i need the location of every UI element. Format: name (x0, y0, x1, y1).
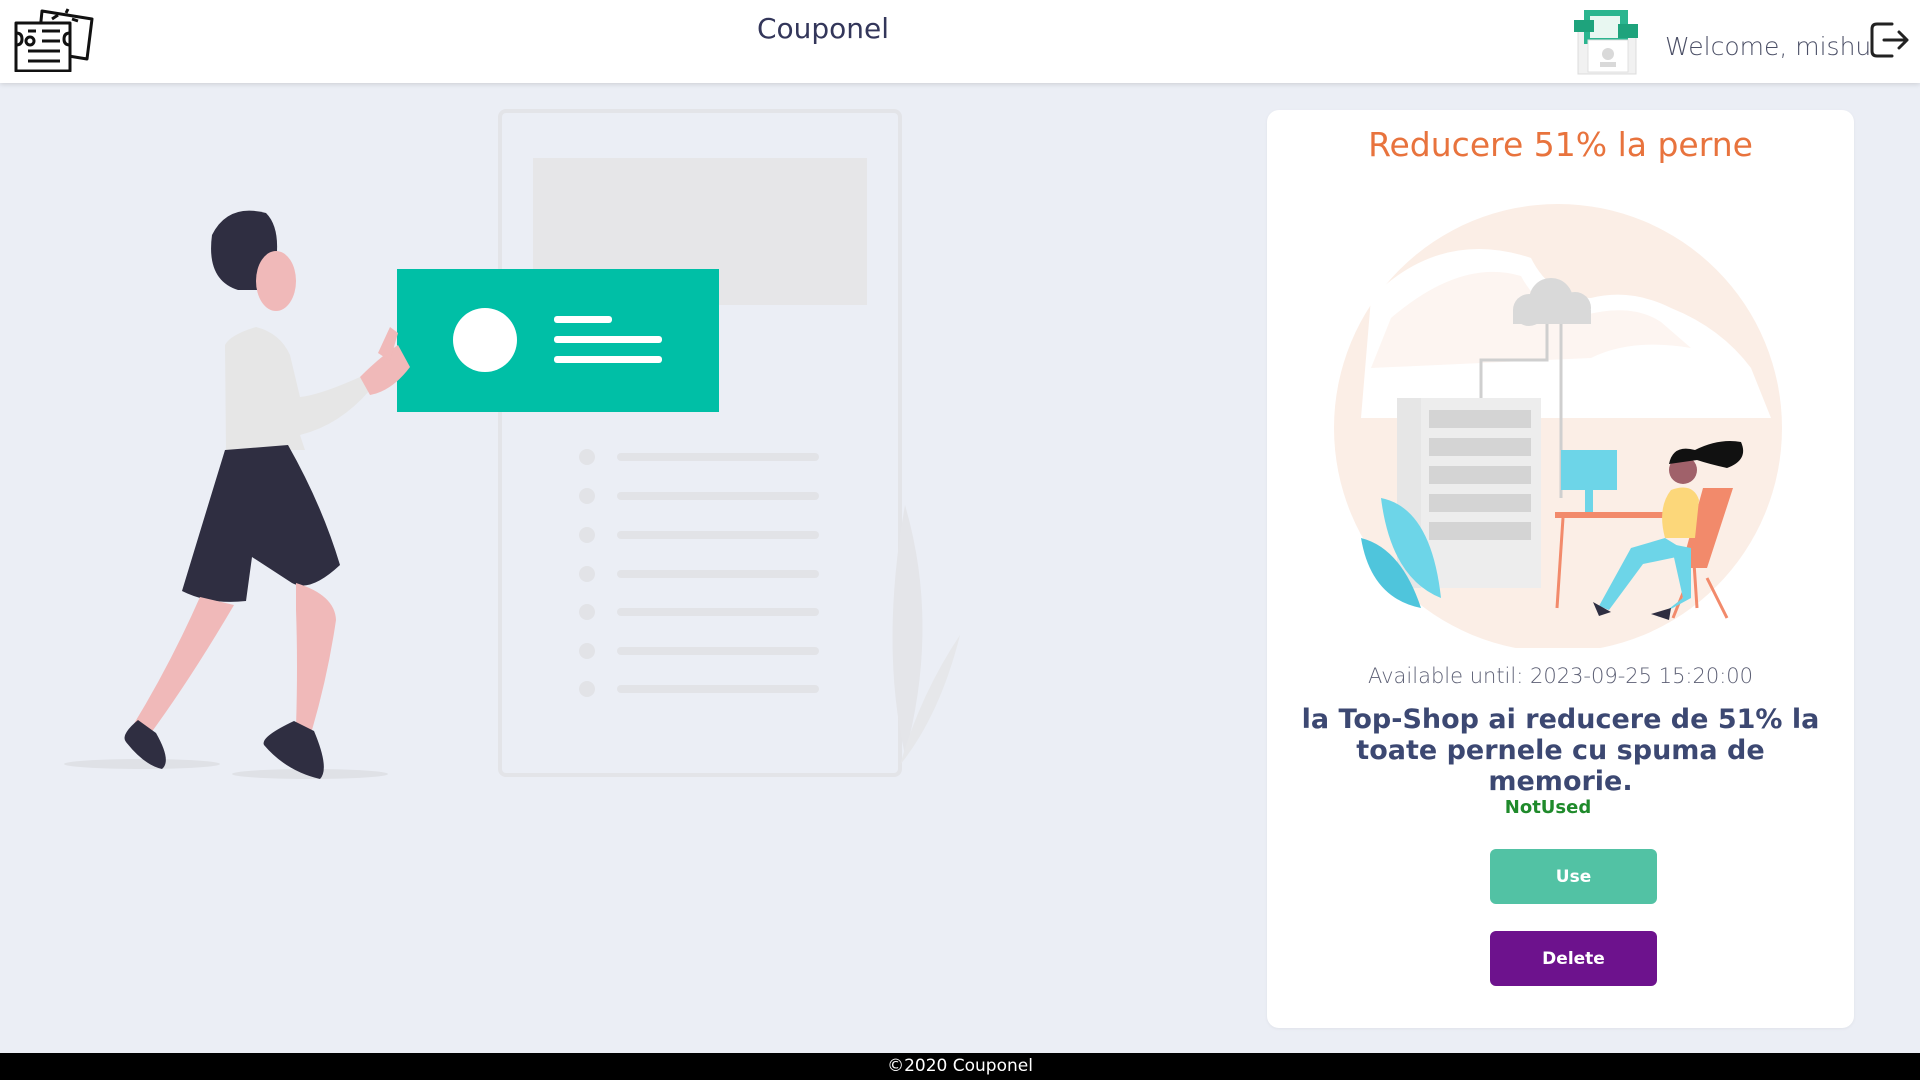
app-title: Couponel (756, 12, 890, 45)
hero-illustration (64, 109, 960, 779)
coupon-card: Reducere 51% la perne Available until: 2… (1267, 110, 1854, 1028)
coupon-status: NotUsed (1504, 797, 1592, 818)
logout-icon[interactable] (1868, 19, 1910, 61)
welcome-message: Welcome, mishu (1665, 32, 1872, 61)
coupon-description: la Top-Shop ai reducere de 51% la toate … (1301, 704, 1820, 797)
footer: ©2020 Couponel (0, 1053, 1920, 1080)
available-label: Available until: (1367, 664, 1524, 688)
coupon-illustration (1334, 204, 1782, 648)
footer-copyright: ©2020 Couponel (887, 1056, 1033, 1076)
availability-info: Available until: 2023-09-25 15:20:00 (1267, 664, 1854, 688)
coupon-title: Reducere 51% la perne (1368, 125, 1753, 164)
available-date: 2023-09-25 15:20:00 (1529, 664, 1754, 688)
use-button[interactable]: Use (1490, 849, 1657, 904)
header-bar: Couponel Welcome, mishu (0, 0, 1920, 83)
user-avatar-icon[interactable] (1574, 4, 1640, 76)
delete-button[interactable]: Delete (1490, 931, 1657, 986)
